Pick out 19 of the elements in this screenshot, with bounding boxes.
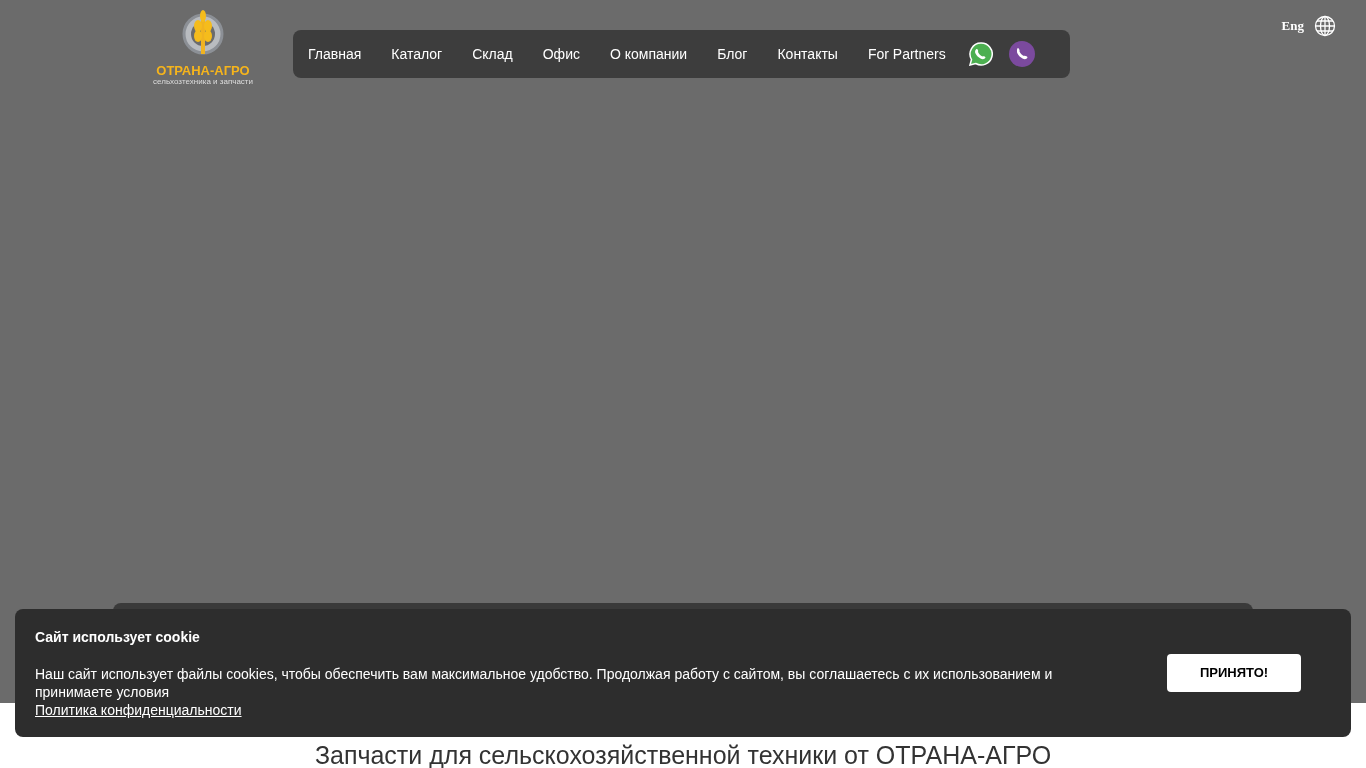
whatsapp-icon[interactable] <box>968 42 993 66</box>
privacy-policy-link[interactable]: Политика конфиденциальности <box>35 701 242 719</box>
logo-tagline: сельхозтехника и запчасти <box>153 78 253 86</box>
nav-link[interactable]: For Partners <box>867 43 946 65</box>
nav-link[interactable]: Блог <box>717 43 748 65</box>
phone-circle-icon[interactable] <box>1008 41 1035 67</box>
nav-link[interactable]: Контакты <box>777 43 838 65</box>
nav-link[interactable]: Склад <box>472 43 513 65</box>
accept-button[interactable]: ПРИНЯТО! <box>1167 654 1301 692</box>
nav-link[interactable]: О компании <box>609 43 688 65</box>
nav-link[interactable]: Офис <box>542 43 580 65</box>
cookie-text: Наш сайт использует файлы cookies, чтобы обеспечить вам максимальное удобство. Продолжая работу с сайтом, вы соглашаетесь с их использованием и принимаете условия <box>35 665 1054 701</box>
logo-name: ОТРАНА-АГРО <box>156 64 250 77</box>
nav-link[interactable]: Каталог <box>391 43 443 65</box>
cookie-title: Сайт использует cookie <box>35 628 201 647</box>
wheat-gear-icon[interactable] <box>181 10 225 56</box>
language-link[interactable]: Eng <box>1281 16 1304 36</box>
nav-link[interactable]: Главная <box>308 43 362 65</box>
globe-icon[interactable] <box>1314 15 1336 37</box>
